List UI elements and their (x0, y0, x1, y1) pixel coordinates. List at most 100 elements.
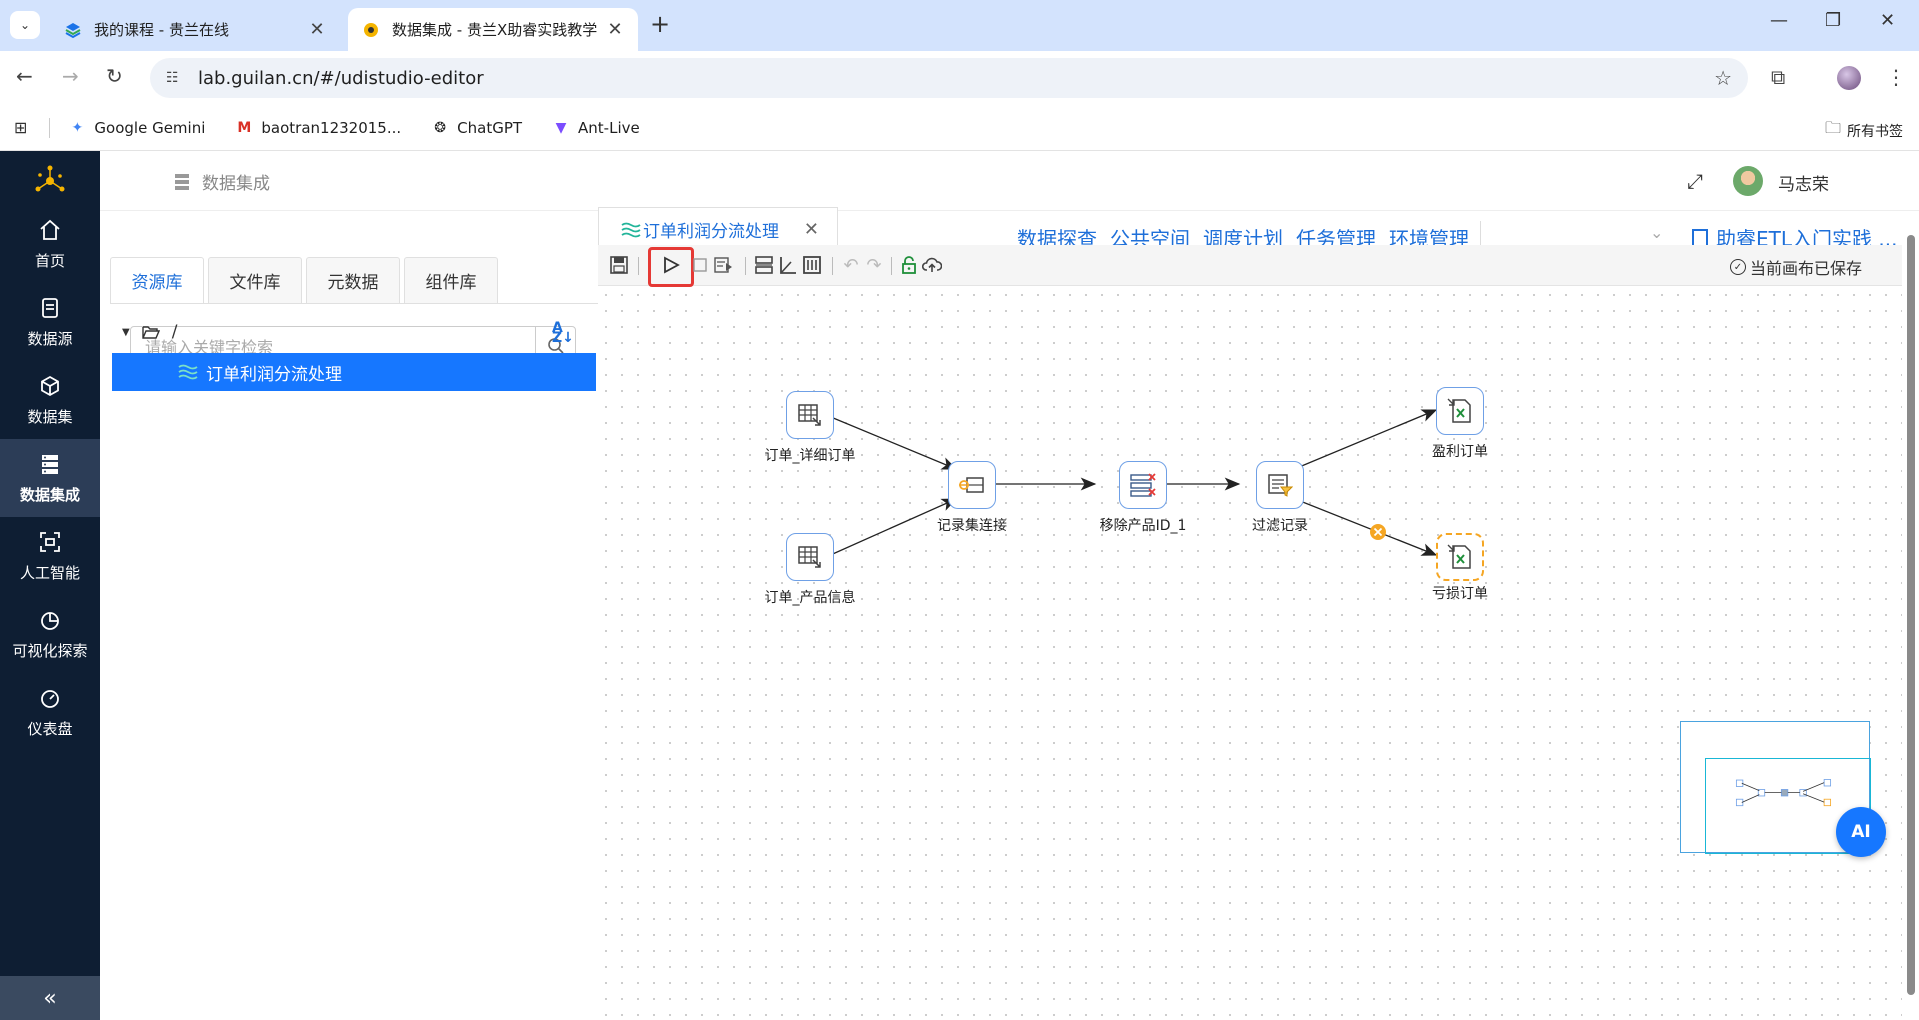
maximize-icon[interactable]: ❐ (1825, 10, 1841, 31)
tab-title: 我的课程 - 贵兰在线 (94, 21, 229, 39)
forward-arrow-icon[interactable]: → (62, 64, 79, 88)
save-status-text: 当前画布已保存 (1749, 259, 1862, 278)
chart-icon (41, 611, 59, 630)
bookmark-gemini[interactable]: ✦ Google Gemini (68, 119, 206, 137)
site-info-icon[interactable]: ☷ (166, 70, 186, 86)
run-icon[interactable] (661, 255, 681, 275)
editor-tab-title: 订单利润分流处理 (643, 222, 779, 242)
nav-item-dashboard[interactable]: 仪表盘 (0, 673, 100, 751)
scrollbar-thumb[interactable] (1907, 235, 1915, 995)
bookmark-chatgpt[interactable]: ❂ ChatGPT (431, 119, 522, 137)
tab-search-button[interactable]: ⌄ (10, 11, 40, 39)
node-join[interactable] (948, 461, 996, 509)
join-icon (959, 477, 984, 493)
caret-down-icon[interactable]: ▼ (122, 327, 130, 338)
browser-tab-strip: ⌄ 我的课程 - 贵兰在线 ✕ 数据集成 - 贵兰X助睿实践教学 ✕ + — ❐… (0, 0, 1919, 51)
minimize-icon[interactable]: — (1770, 10, 1788, 31)
back-arrow-icon[interactable]: ← (16, 64, 33, 88)
sort-az-icon[interactable]: A Z↓ (552, 321, 574, 345)
tree-root-label: / (171, 322, 178, 342)
tab-components[interactable]: 组件库 (404, 257, 498, 304)
nav-item-home[interactable]: 首页 (0, 205, 100, 283)
tab-repository[interactable]: 资源库 (110, 257, 204, 304)
tabs-underline (110, 303, 598, 304)
browser-tab-integration[interactable]: 数据集成 - 贵兰X助睿实践教学 ✕ (348, 8, 638, 51)
nav-item-integration[interactable]: 数据集成 (0, 439, 100, 517)
redo-icon[interactable]: ↷ (864, 255, 884, 276)
apps-grid-icon[interactable]: ⊞ (14, 118, 27, 137)
bookmark-label: baotran1232015... (261, 118, 402, 137)
tab-title: 数据集成 - 贵兰X助睿实践教学 (392, 21, 598, 39)
tree-item-workflow[interactable]: 订单利润分流处理 (112, 353, 596, 391)
node-label: 盈利订单 (1432, 444, 1488, 460)
workflow-canvas[interactable]: 订单_详细订单 订单_产品信息 记录集连接 移除产品ID_1 过滤记录 盈利订单 (598, 287, 1902, 1020)
bookmark-label: Ant-Live (578, 118, 640, 137)
omnibox[interactable]: ☷ lab.guilan.cn/#/udistudio-editor ☆ (150, 58, 1748, 98)
nav-item-dataset[interactable]: 数据集 (0, 361, 100, 439)
node-filter[interactable] (1256, 461, 1304, 509)
nav-item-visual[interactable]: 可视化探索 (0, 595, 100, 673)
table-input-icon (798, 404, 821, 426)
folder-icon: 🗀 (1824, 118, 1841, 137)
layout-icon[interactable] (778, 255, 798, 275)
tab-close-icon[interactable]: ✕ (606, 19, 624, 40)
node-label: 移除产品ID_1 (1099, 518, 1187, 534)
nav-label: 数据集成 (19, 485, 80, 504)
resource-panel: 资源库 文件库 元数据 组件库 请输入关键字检索 ▼ / A Z↓ 订单利润分流处… (100, 151, 598, 1020)
toolbar-divider (745, 257, 746, 275)
nav-item-ai[interactable]: 人工智能 (0, 517, 100, 595)
excel-output-icon (1447, 544, 1471, 569)
node-table-input[interactable] (786, 533, 834, 581)
all-bookmarks-label: 所有书签 (1847, 123, 1903, 140)
more-menu-icon[interactable]: ⋮ (1886, 65, 1906, 89)
reload-icon[interactable]: ↻ (106, 64, 123, 88)
profile-avatar[interactable] (1837, 66, 1861, 90)
stop-icon[interactable] (690, 255, 710, 275)
toolbar-divider (891, 257, 892, 275)
url-text[interactable]: lab.guilan.cn/#/udistudio-editor (198, 68, 484, 89)
collapse-nav-button[interactable]: « (0, 976, 100, 1020)
save-icon[interactable] (609, 255, 629, 275)
tab-close-icon[interactable]: ✕ (308, 19, 326, 40)
extensions-icon[interactable]: ⧉ (1771, 65, 1785, 89)
tree-root[interactable]: ▼ / (122, 322, 177, 342)
node-remove-field[interactable] (1119, 461, 1167, 509)
node-excel-output[interactable] (1436, 387, 1484, 435)
edge-filter-to-profit[interactable] (1279, 409, 1438, 476)
ai-assistant-button[interactable]: AI (1836, 807, 1886, 857)
cloud-upload-icon[interactable] (922, 255, 942, 275)
bookmark-star-icon[interactable]: ☆ (1714, 66, 1732, 90)
nav-label: 仪表盘 (27, 719, 73, 738)
node-label: 过滤记录 (1252, 518, 1308, 534)
close-tab-icon[interactable]: ✕ (804, 219, 819, 240)
node-table-input[interactable] (786, 391, 834, 439)
tab-files[interactable]: 文件库 (208, 257, 302, 304)
toolbar-divider (832, 257, 833, 275)
save-status: ✓ 当前画布已保存 (1729, 255, 1862, 279)
grid-icon[interactable] (802, 255, 822, 275)
undo-icon[interactable]: ↶ (841, 255, 861, 276)
browser-tab-courses[interactable]: 我的课程 - 贵兰在线 ✕ (50, 8, 340, 51)
filter-icon (1268, 474, 1293, 497)
nav-item-datasource[interactable]: 数据源 (0, 283, 100, 361)
page-scrollbar[interactable] (1905, 219, 1917, 1009)
nav-label: 数据源 (27, 329, 73, 348)
bookmark-gmail[interactable]: M baotran1232015... (235, 119, 401, 137)
align-icon[interactable] (754, 255, 774, 275)
preview-icon[interactable] (714, 255, 734, 275)
chatgpt-icon: ❂ (434, 119, 446, 136)
unlock-icon[interactable] (899, 255, 919, 275)
window-close-icon[interactable]: ✕ (1880, 10, 1895, 31)
node-excel-output-selected[interactable] (1436, 533, 1484, 581)
node-label: 订单_产品信息 (764, 590, 856, 606)
new-tab-button[interactable]: + (650, 10, 670, 38)
all-bookmarks[interactable]: 🗀 所有书签 (1825, 117, 1903, 144)
folder-open-icon (142, 326, 160, 339)
dataset-icon (41, 375, 59, 396)
tab-metadata[interactable]: 元数据 (306, 257, 400, 304)
app-logo-icon (35, 165, 65, 192)
gmail-icon: M (237, 119, 252, 136)
bookmark-ant-live[interactable]: ▼ Ant-Live (552, 119, 640, 137)
datasource-icon (42, 297, 58, 318)
bookmarks-bar: ⊞ ✦ Google Gemini M baotran1232015... ❂ … (0, 105, 1919, 151)
